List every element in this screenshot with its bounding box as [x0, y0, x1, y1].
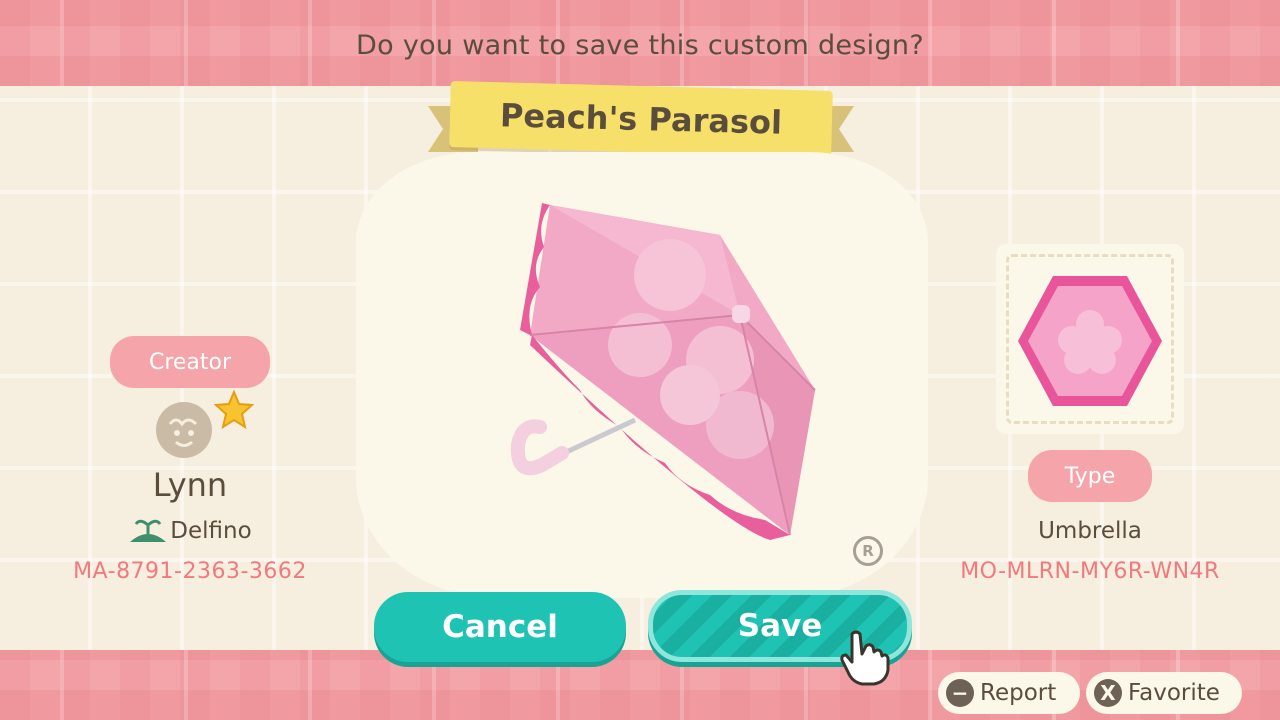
dialog-prompt: Do you want to save this custom design?: [356, 30, 924, 61]
island-name: Delfino: [170, 518, 252, 544]
umbrella-preview-image: [510, 203, 816, 540]
favorite-label: Favorite: [1128, 680, 1220, 706]
report-hint[interactable]: − Report: [938, 672, 1080, 714]
pro-design-badge-icon: R: [853, 536, 883, 566]
design-code: MO-MLRN-MY6R-WN4R: [960, 559, 1220, 584]
design-thumbnail: [1018, 276, 1162, 406]
hand-cursor-icon: [840, 630, 890, 686]
type-section-label: Type: [1028, 450, 1152, 502]
creator-section-label: Creator: [110, 336, 270, 388]
creator-code: MA-8791-2363-3662: [73, 559, 307, 584]
x-button-icon: X: [1094, 679, 1122, 707]
island-icon: [130, 519, 167, 542]
design-title: Peach's Parasol: [449, 81, 833, 157]
report-label: Report: [980, 680, 1057, 706]
villager-avatar-icon: [156, 402, 212, 458]
star-icon: [214, 390, 254, 430]
creator-island: Delfino: [0, 518, 380, 544]
creator-name: Lynn: [152, 466, 228, 504]
minus-button-icon: −: [946, 679, 974, 707]
design-type: Umbrella: [1038, 518, 1142, 544]
favorite-hint[interactable]: X Favorite: [1086, 672, 1242, 714]
cancel-button[interactable]: Cancel: [374, 592, 626, 662]
